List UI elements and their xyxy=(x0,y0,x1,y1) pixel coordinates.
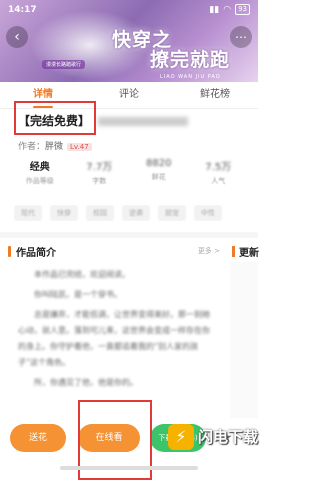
author-level-badge: Lv.47 xyxy=(67,143,92,151)
book-stats: 经典 作品等级 7.7万 字数 8820 鲜花 7.5万 人气 xyxy=(10,158,248,188)
wifi-icon: ◠ xyxy=(223,4,232,15)
stat-words-label: 字数 xyxy=(92,177,107,185)
stat-words-value: 7.7万 xyxy=(86,162,113,173)
back-button[interactable]: ‹ xyxy=(6,26,28,48)
section-accent-bar xyxy=(8,246,11,257)
update-panel[interactable] xyxy=(230,262,258,432)
stat-level-label: 作品等级 xyxy=(25,177,54,185)
update-title: 更新 xyxy=(239,248,259,259)
author-name[interactable]: 胖微 xyxy=(45,142,63,152)
tab-flower-ranking[interactable]: 鲜花榜 xyxy=(172,84,258,108)
stat-flowers-label: 鲜花 xyxy=(151,173,166,181)
stat-flowers: 8820 鲜花 xyxy=(129,158,189,188)
banner-tagline: 漫漫长路踏歌行 xyxy=(42,60,86,69)
genre-tag[interactable]: 中性 xyxy=(194,205,222,221)
stat-words: 7.7万 字数 xyxy=(70,158,130,188)
send-flower-button[interactable]: 送花 xyxy=(10,424,66,452)
watermark-text: 闪电下载 xyxy=(198,428,259,446)
watermark: ⚡ 闪电下载 xyxy=(168,420,258,456)
stat-popularity-label: 人气 xyxy=(211,177,226,185)
status-bar: 14:17 ▮▮ ◠ 93 xyxy=(0,0,258,22)
genre-tag[interactable]: 快穿 xyxy=(50,205,78,221)
genre-tag[interactable]: 甜宠 xyxy=(158,205,186,221)
tab-comments[interactable]: 评论 xyxy=(86,84,172,108)
status-time: 14:17 xyxy=(8,5,37,15)
stat-popularity-value: 7.5万 xyxy=(205,162,232,173)
intro-paragraph: 本作品已完结，欢迎阅读。 xyxy=(34,270,130,279)
home-indicator[interactable] xyxy=(60,466,198,470)
author-prefix: 作者： xyxy=(18,142,46,152)
book-title-blurred xyxy=(98,117,189,126)
banner-title: 快穿之 撩完就跑 xyxy=(112,30,230,70)
intro-paragraph: 所，你遇见了他，他是你的。 xyxy=(34,378,138,387)
battery-icon: 93 xyxy=(235,4,250,15)
section-accent-bar xyxy=(232,246,235,257)
intro-title: 作品简介 xyxy=(16,248,56,259)
stat-level-value: 经典 xyxy=(29,162,50,173)
stat-flowers-value: 8820 xyxy=(146,158,172,169)
share-button[interactable]: ⋯ xyxy=(230,26,252,48)
genre-tag[interactable]: 校园 xyxy=(86,205,114,221)
genre-tags: 现代 快穿 校园 逆袭 甜宠 中性 xyxy=(14,205,258,221)
update-header: 更新 xyxy=(232,243,262,261)
author-line: 作者：胖微 Lv.47 xyxy=(18,139,92,152)
genre-tag[interactable]: 逆袭 xyxy=(122,205,150,221)
banner-title-line2: 撩完就跑 xyxy=(150,49,231,71)
chevron-left-icon: ‹ xyxy=(14,29,20,45)
stat-popularity: 7.5万 人气 xyxy=(189,158,249,188)
intro-more-link[interactable]: 更多 > xyxy=(198,246,220,256)
highlight-box-status xyxy=(14,101,96,135)
share-icon: ⋯ xyxy=(235,30,247,44)
lightning-icon: ⚡ xyxy=(168,424,194,450)
intro-text: 本作品已完结，欢迎阅读。 你叫陆凯，是一个穿书。 总是嫌弃，才能低调，让世界变得… xyxy=(18,267,210,395)
genre-tag[interactable]: 现代 xyxy=(14,205,42,221)
banner-pinyin: LIAO WAN JIU PAO xyxy=(160,74,221,80)
banner-title-line1: 快穿之 xyxy=(112,29,173,51)
intro-header: 作品简介 更多 > xyxy=(8,243,220,261)
stat-level: 经典 作品等级 xyxy=(10,158,70,188)
signal-icon: ▮▮ xyxy=(209,4,220,15)
intro-paragraph: 总是嫌弃，才能低调，让世界变得美好。那一刻她心动，就人意。落到可儿来，这世界会变… xyxy=(18,310,210,367)
intro-paragraph: 你叫陆凯，是一个穿书。 xyxy=(34,290,122,299)
section-divider xyxy=(0,232,258,238)
